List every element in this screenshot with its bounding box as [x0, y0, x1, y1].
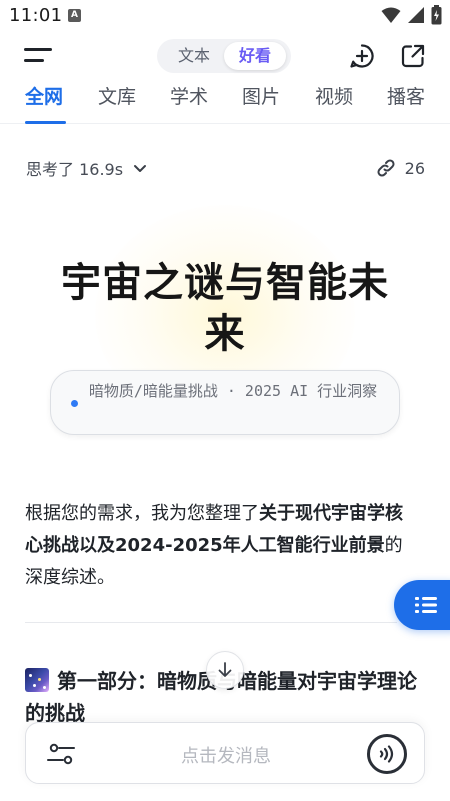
hero-subtitle-pill: 暗物质/暗能量挑战 · 2025 AI 行业洞察	[50, 370, 400, 435]
mode-segmented-control: 文本 好看	[157, 39, 291, 73]
screen: 11:01 A 文本 好看 全网 文库 学术 图片 视频 播客 思考了 16.9…	[0, 0, 450, 801]
thinking-toggle[interactable]: 思考了 16.9s	[26, 156, 151, 180]
message-input-bar: 点击发消息	[25, 722, 425, 784]
intro-prefix: 根据您的需求，我为您整理了	[25, 503, 259, 524]
share-icon[interactable]	[400, 43, 426, 69]
status-icons	[381, 5, 442, 25]
chevron-down-icon	[134, 165, 147, 172]
pill-dot-icon	[71, 400, 78, 407]
status-bar: 11:01 A	[0, 0, 450, 32]
voice-wave-icon	[379, 745, 394, 763]
divider	[25, 622, 397, 623]
search-tab-bar: 全网 文库 学术 图片 视频 播客	[0, 78, 450, 124]
message-input[interactable]: 点击发消息	[106, 742, 346, 768]
link-icon	[377, 159, 395, 177]
voice-call-button[interactable]	[367, 734, 407, 774]
segment-text[interactable]: 文本	[163, 42, 225, 70]
references-button[interactable]: 26	[375, 156, 425, 180]
intro-paragraph: 根据您的需求，我为您整理了关于现代宇宙学核心挑战以及2024-2025年人工智能…	[25, 498, 415, 594]
thinking-label: 思考了 16.9s	[26, 160, 124, 179]
scroll-to-bottom-button[interactable]	[206, 651, 244, 689]
tab-all-web[interactable]: 全网	[25, 82, 63, 112]
cellular-icon	[408, 7, 424, 23]
hero-subtitle: 暗物质/暗能量挑战 · 2025 AI 行业洞察	[88, 382, 378, 400]
tab-podcasts[interactable]: 播客	[387, 82, 425, 112]
milky-way-icon	[25, 668, 49, 692]
list-icon	[415, 597, 437, 613]
menu-icon[interactable]	[24, 45, 54, 67]
app-bar: 文本 好看	[0, 32, 450, 78]
tab-images[interactable]: 图片	[242, 82, 280, 112]
arrow-down-icon	[218, 662, 232, 677]
settings-sliders-icon[interactable]	[46, 741, 76, 767]
table-of-contents-button[interactable]	[394, 580, 450, 630]
references-count: 26	[404, 158, 425, 178]
notification-app-icon: A	[68, 9, 81, 22]
tab-videos[interactable]: 视频	[315, 82, 353, 112]
tab-academic[interactable]: 学术	[170, 82, 208, 112]
wifi-icon	[381, 7, 401, 23]
tab-library[interactable]: 文库	[98, 82, 136, 112]
hero-title: 宇宙之谜与智能未来	[61, 260, 389, 357]
status-time: 11:01	[9, 5, 63, 26]
battery-icon	[431, 5, 442, 25]
segment-good-looking[interactable]: 好看	[224, 42, 286, 70]
new-chat-icon[interactable]	[349, 43, 375, 69]
active-tab-indicator	[25, 121, 66, 124]
